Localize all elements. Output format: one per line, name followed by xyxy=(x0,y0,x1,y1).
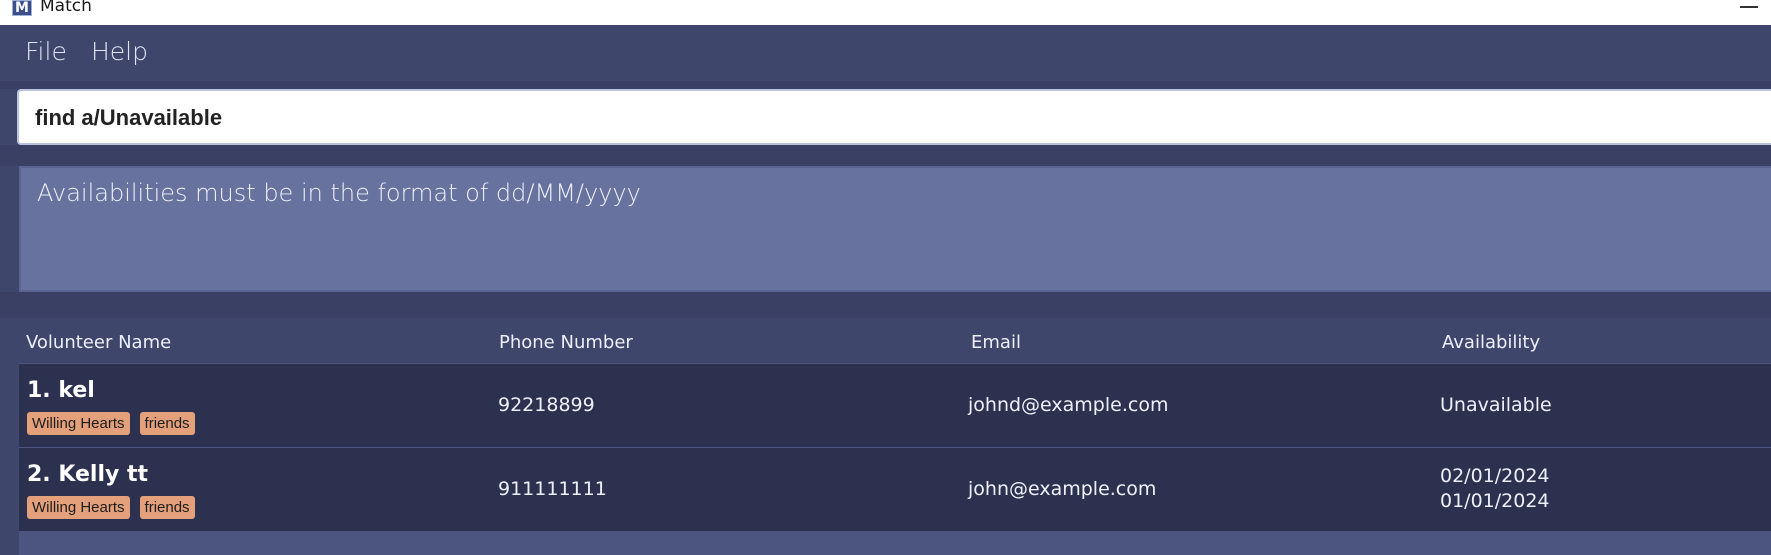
tag: Willing Hearts xyxy=(27,412,130,435)
column-header-email: Email xyxy=(971,332,1021,353)
list-item[interactable]: 2. Kelly tt Willing Hearts friends 91111… xyxy=(19,447,1771,531)
tag: friends xyxy=(139,496,195,519)
menu-file[interactable]: File xyxy=(25,37,67,66)
volunteer-name: 1. kel xyxy=(27,378,95,403)
menu-help[interactable]: Help xyxy=(91,37,148,66)
result-display: Availabilities must be in the format of … xyxy=(19,166,1771,292)
tag-list: Willing Hearts friends xyxy=(27,412,195,435)
column-header-name: Volunteer Name xyxy=(26,332,172,353)
tag-list: Willing Hearts friends xyxy=(27,496,195,519)
list-footer xyxy=(19,531,1771,555)
column-header-phone: Phone Number xyxy=(499,332,633,353)
title-bar: M Match xyxy=(0,0,1771,25)
separator xyxy=(0,292,1771,318)
volunteer-availability: 02/01/2024 01/01/2024 xyxy=(1440,464,1550,514)
tag: friends xyxy=(139,412,195,435)
column-header-availability: Availability xyxy=(1442,332,1541,353)
separator xyxy=(0,81,1771,89)
volunteer-email: johnd@example.com xyxy=(968,394,1169,416)
window-title: Match xyxy=(40,0,92,16)
volunteer-email: john@example.com xyxy=(968,478,1157,500)
volunteer-availability: Unavailable xyxy=(1440,394,1552,416)
command-box[interactable] xyxy=(17,89,1771,145)
result-message: Availabilities must be in the format of … xyxy=(37,179,641,207)
menu-bar: File Help xyxy=(0,25,1771,81)
availability-date: 02/01/2024 xyxy=(1440,465,1550,487)
list-item[interactable]: 1. kel Willing Hearts friends 92218899 j… xyxy=(19,363,1771,447)
volunteer-phone: 911111111 xyxy=(498,478,607,500)
tag: Willing Hearts xyxy=(27,496,130,519)
volunteer-list-header: Volunteer Name Phone Number Email Availa… xyxy=(19,318,1771,363)
volunteer-phone: 92218899 xyxy=(498,394,595,416)
volunteer-name: 2. Kelly tt xyxy=(27,462,149,487)
separator xyxy=(0,145,1771,166)
app-logo-icon: M xyxy=(12,0,32,16)
minimize-icon[interactable] xyxy=(1740,6,1758,8)
availability-date: 01/01/2024 xyxy=(1440,490,1550,512)
command-input[interactable] xyxy=(35,103,1735,133)
